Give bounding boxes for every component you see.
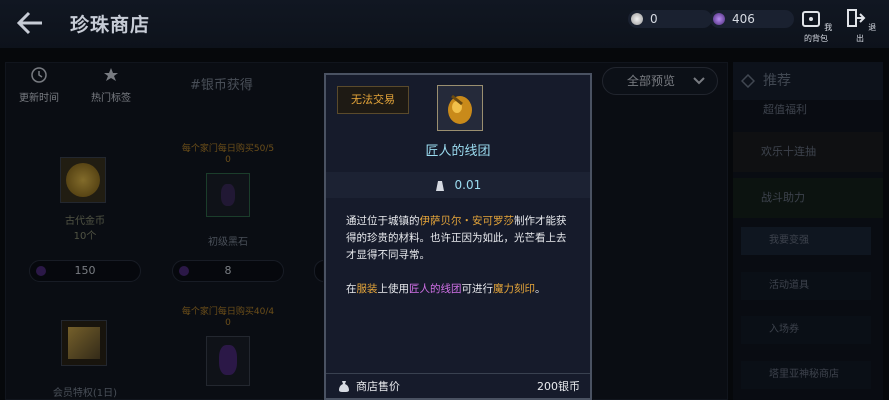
my-bag-button[interactable]: 我的背包	[796, 8, 836, 44]
exit-button[interactable]: 退出	[840, 8, 880, 44]
top-bar: 珍珠商店 0 406 我的背包 退出	[0, 0, 889, 48]
page-title: 珍珠商店	[70, 14, 151, 36]
untradeable-badge: 无法交易	[337, 86, 409, 114]
money-bag-icon	[339, 381, 349, 392]
sell-price-row: 商店售价 200银币	[326, 373, 590, 398]
thread-spool-icon	[437, 85, 483, 131]
back-arrow-icon[interactable]	[14, 8, 46, 38]
bag-icon	[801, 11, 820, 27]
pearl-balance: 406	[710, 10, 794, 28]
item-tooltip: 无法交易 匠人的线团 0.01 通过位于城镇的伊萨贝尔・安可罗莎制作才能获得的珍…	[324, 73, 592, 400]
pearl-icon	[713, 13, 725, 25]
item-description: 通过位于城镇的伊萨贝尔・安可罗莎制作才能获得的珍贵的材料。也许正因为如此，光芒看…	[346, 213, 576, 298]
silver-balance: 0	[628, 10, 712, 28]
weight-icon	[435, 180, 444, 191]
description-paragraph-2: 在服装上使用匠人的线团可进行魔力刻印。	[346, 283, 546, 295]
item-name: 匠人的线团	[425, 144, 491, 159]
item-weight: 0.01	[326, 172, 590, 198]
silver-coin-icon	[631, 13, 643, 25]
description-paragraph-1: 通过位于城镇的伊萨贝尔・安可罗莎制作才能获得的珍贵的材料。也许正因为如此，光芒看…	[346, 215, 567, 261]
exit-icon	[846, 9, 866, 27]
